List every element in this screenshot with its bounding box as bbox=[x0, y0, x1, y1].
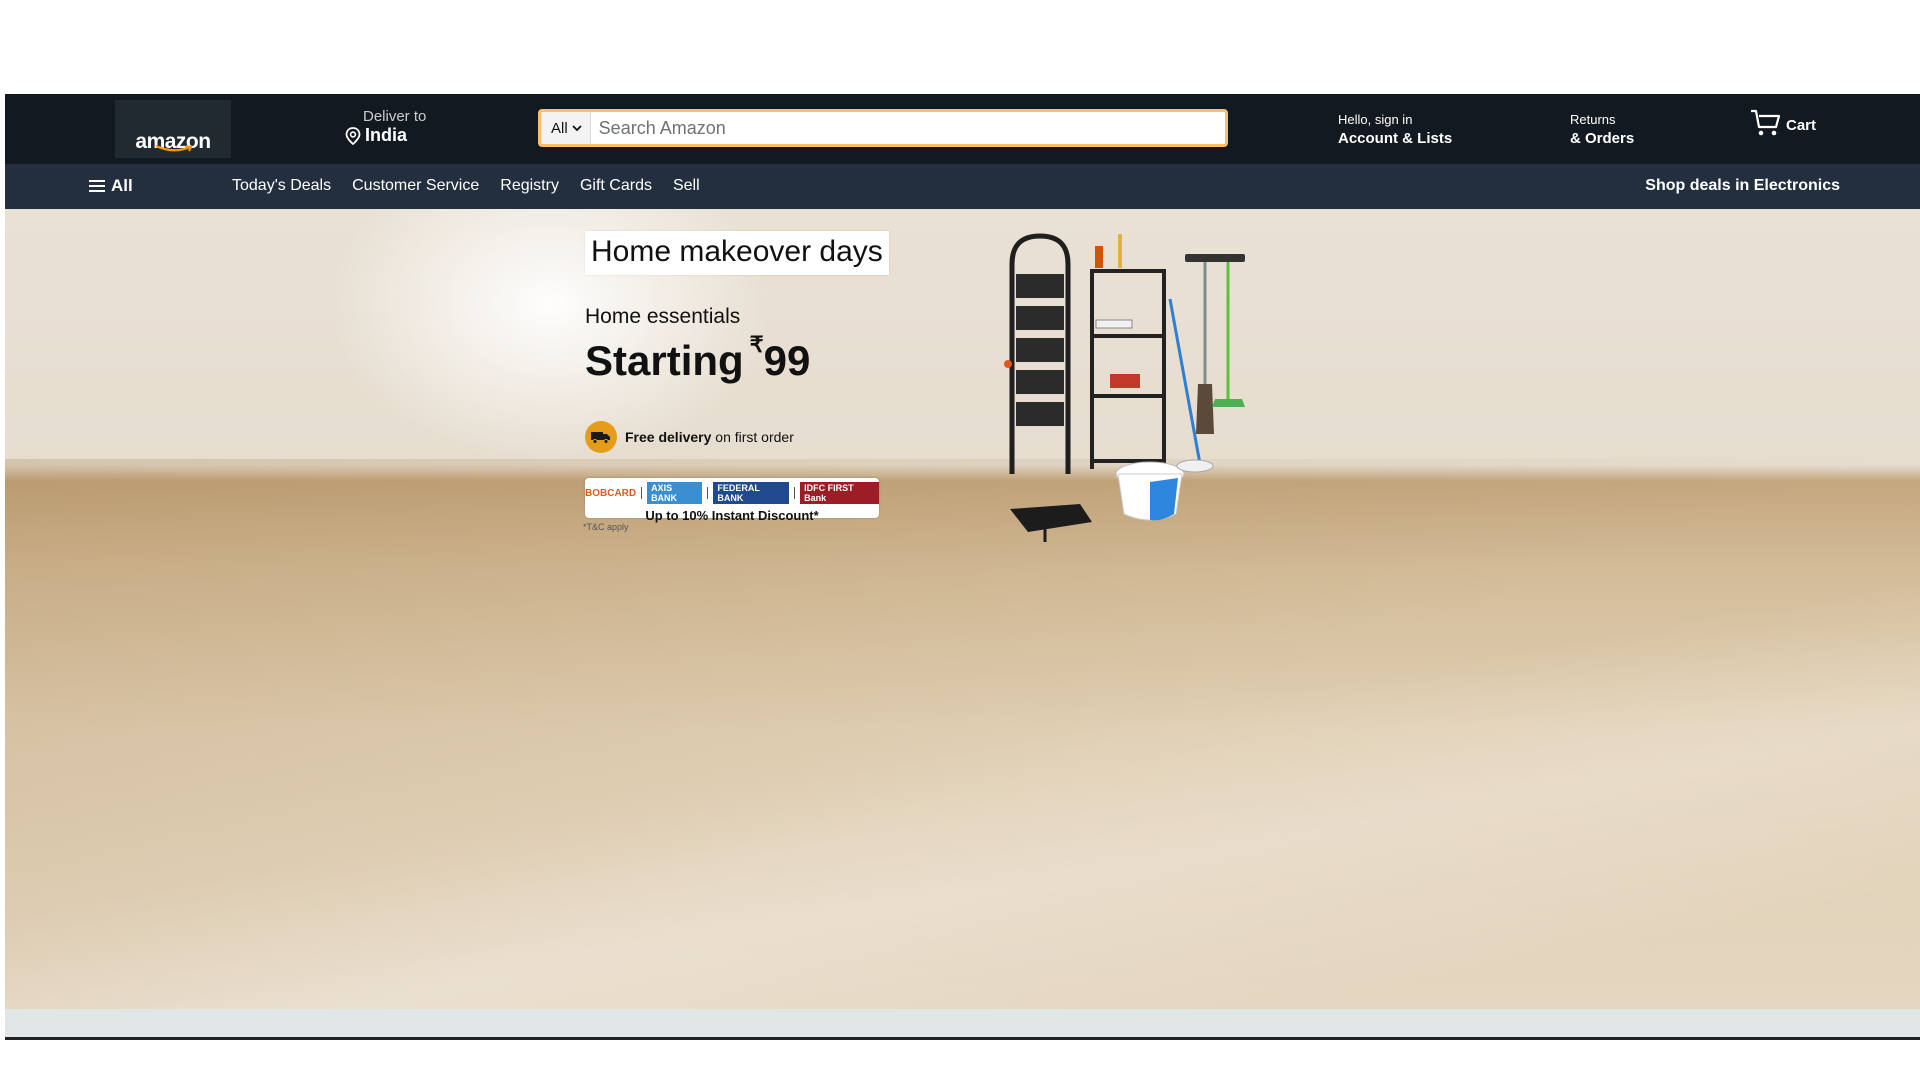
nav-link-gift-cards[interactable]: Gift Cards bbox=[580, 177, 652, 195]
deliver-location: India bbox=[365, 125, 408, 145]
search-input[interactable] bbox=[590, 117, 1225, 139]
account-label: Account & Lists bbox=[1338, 130, 1453, 147]
returns-orders[interactable]: Returns & Orders bbox=[1570, 112, 1634, 147]
hero-subtitle: Home essentials bbox=[585, 305, 741, 328]
hero-badge: Home makeover days bbox=[585, 231, 889, 275]
cart-icon bbox=[1751, 109, 1781, 136]
deliver-to[interactable]: Deliver to India bbox=[345, 108, 426, 146]
top-navbar: amazon Deliver to India All Search Amazo… bbox=[5, 94, 1920, 164]
nav-link-customer-service[interactable]: Customer Service bbox=[352, 177, 479, 195]
delivery-truck-icon bbox=[585, 421, 617, 453]
search-category-label: All bbox=[551, 119, 568, 137]
account-lists[interactable]: Hello, sign in Account & Lists bbox=[1338, 112, 1452, 147]
bank-offer-card: BOBCARD AXIS BANK FEDERAL BANK IDFC FIRS… bbox=[585, 478, 879, 523]
bank-logo-bobcard: BOBCARD bbox=[585, 487, 637, 499]
discount-text: Up to 10% Instant Discount* bbox=[645, 508, 819, 523]
cart-label: Cart bbox=[1786, 117, 1817, 134]
hero-price: Starting ₹99 bbox=[585, 332, 811, 385]
bank-logo-idfc: IDFC FIRST Bank bbox=[800, 482, 879, 504]
delivery-bold-text: Free delivery bbox=[625, 429, 712, 445]
all-menu-button[interactable]: All bbox=[89, 176, 133, 196]
deliver-label: Deliver to bbox=[363, 108, 427, 125]
orders-label: & Orders bbox=[1570, 130, 1635, 147]
search-bar: All bbox=[538, 109, 1228, 147]
bank-logos: BOBCARD AXIS BANK FEDERAL BANK IDFC FIRS… bbox=[585, 478, 879, 504]
amazon-logo[interactable]: amazon bbox=[115, 100, 231, 158]
sub-navbar: All Today's Deals Customer Service Regis… bbox=[5, 164, 1920, 209]
returns-label: Returns bbox=[1570, 112, 1616, 127]
all-menu-label: All bbox=[111, 176, 133, 195]
amazon-page: amazon Deliver to India All Search Amazo… bbox=[5, 94, 1920, 1040]
cart-button[interactable]: Cart bbox=[1750, 108, 1816, 138]
account-greeting: Hello, sign in bbox=[1338, 112, 1413, 127]
home-essentials-products-image bbox=[1004, 233, 1245, 542]
search-category-select[interactable]: All bbox=[541, 112, 591, 144]
bank-logo-axis: AXIS BANK bbox=[647, 482, 703, 504]
floor-shade bbox=[5, 459, 1920, 1009]
free-delivery-note: Free delivery on first order bbox=[585, 421, 794, 453]
shop-electronics-link[interactable]: Shop deals in Electronics bbox=[1645, 177, 1840, 195]
nav-link-registry[interactable]: Registry bbox=[500, 177, 559, 195]
logo-smile-icon bbox=[155, 145, 193, 152]
chevron-down-icon bbox=[572, 125, 582, 132]
bottom-divider bbox=[5, 1037, 1920, 1040]
terms-note: *T&C apply bbox=[583, 522, 629, 532]
price-prefix: Starting bbox=[585, 337, 744, 384]
hero-banner[interactable]: Home makeover days Home essentials Start… bbox=[5, 209, 1920, 1009]
bank-logo-federal: FEDERAL BANK bbox=[713, 482, 790, 504]
hamburger-menu-icon bbox=[89, 180, 105, 192]
location-pin-icon bbox=[345, 126, 361, 145]
subnav-links: Today's Deals Customer Service Registry … bbox=[232, 177, 721, 195]
nav-link-todays-deals[interactable]: Today's Deals bbox=[232, 177, 331, 195]
nav-link-sell[interactable]: Sell bbox=[673, 177, 700, 195]
currency-symbol: ₹ bbox=[749, 332, 764, 357]
delivery-rest-text: on first order bbox=[711, 429, 794, 445]
price-value: 99 bbox=[763, 337, 811, 384]
